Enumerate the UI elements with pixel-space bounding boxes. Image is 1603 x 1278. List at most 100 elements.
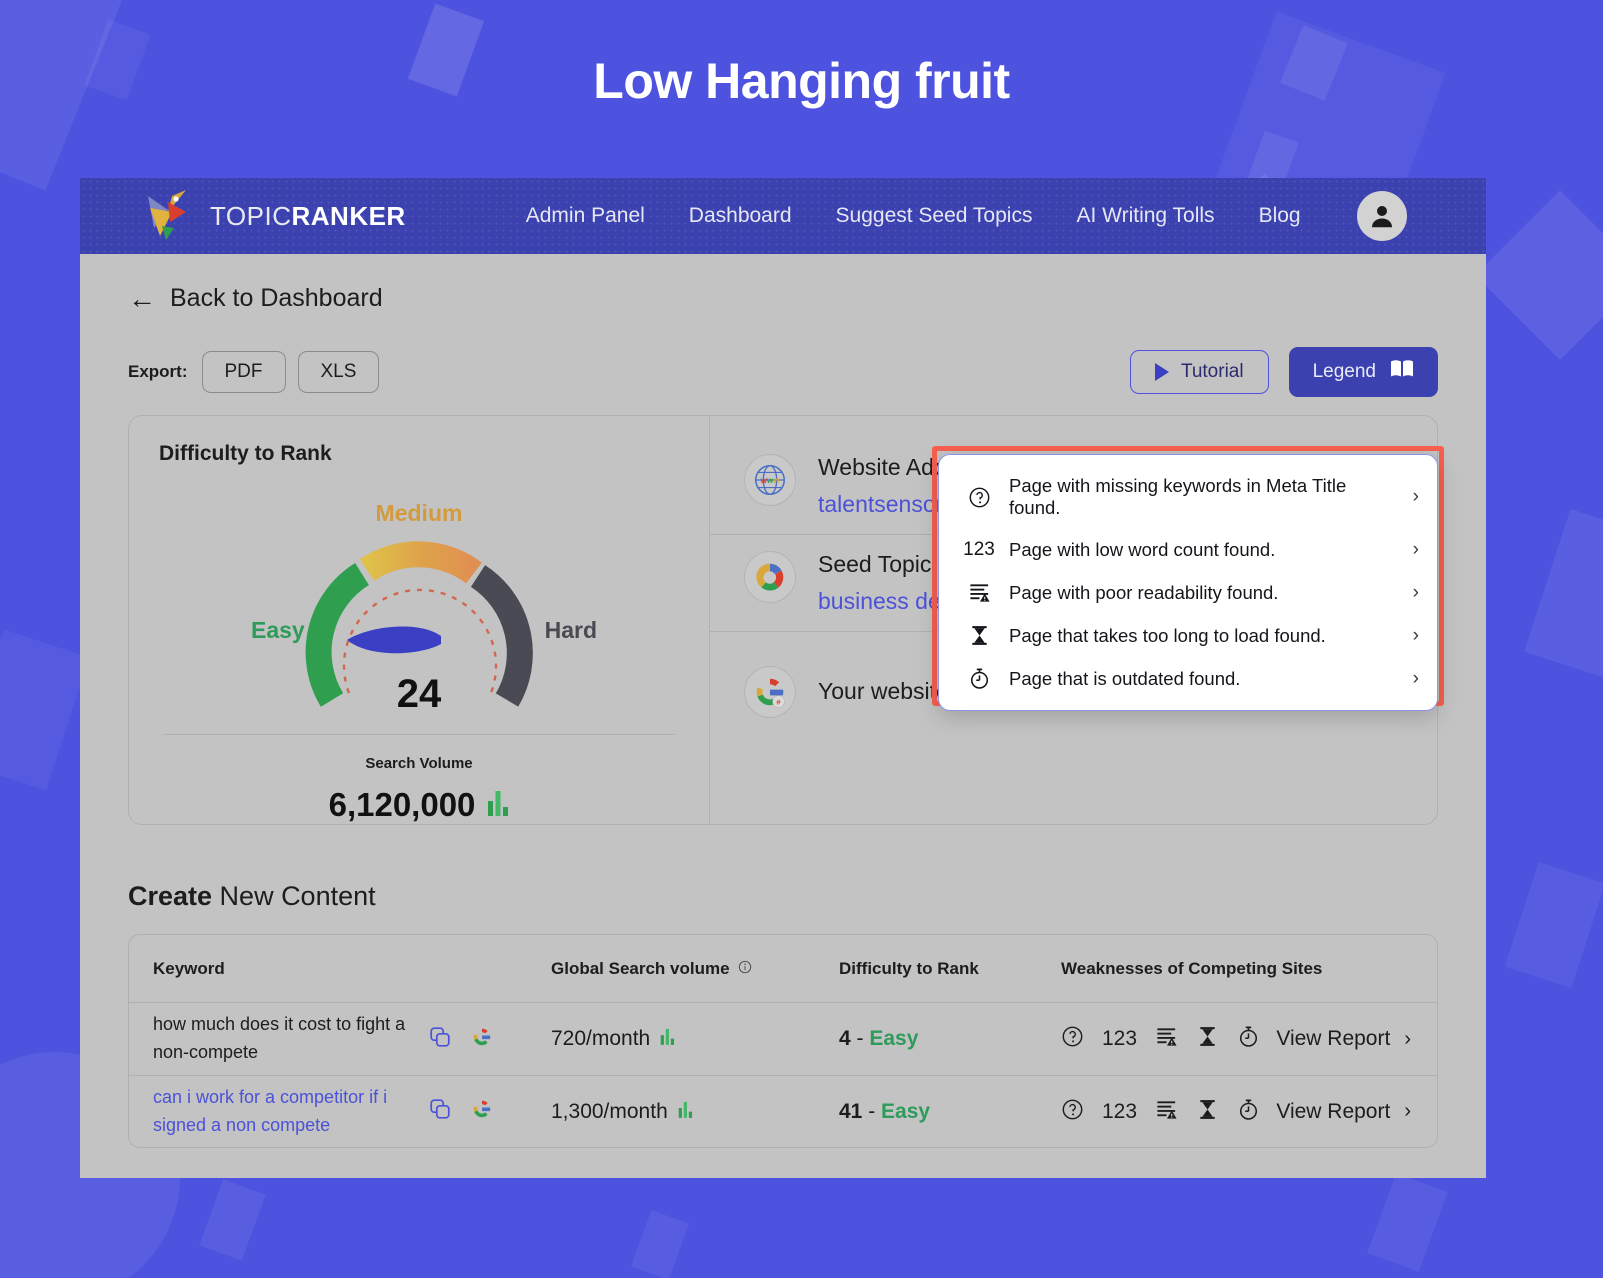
keyword-text[interactable]: can i work for a competitor if i signed … bbox=[153, 1084, 429, 1140]
readability-icon bbox=[965, 581, 993, 604]
chevron-right-icon: › bbox=[1404, 1100, 1411, 1122]
readability-icon[interactable] bbox=[1155, 1025, 1178, 1053]
column-header-keyword: Keyword bbox=[153, 958, 225, 978]
legend-item-label: Page with low word count found. bbox=[1009, 539, 1276, 560]
brand-name: TOPICRANKER bbox=[210, 201, 406, 232]
tutorial-button[interactable]: Tutorial bbox=[1129, 350, 1269, 394]
create-title-rest: New Content bbox=[212, 881, 376, 911]
table-row: can i work for a competitor if i signed … bbox=[129, 1075, 1437, 1147]
main-content: ← Back to Dashboard Export: PDF XLS Tuto… bbox=[80, 254, 1486, 1148]
top-navigation-bar: TOPICRANKER Admin Panel Dashboard Sugges… bbox=[80, 178, 1486, 254]
play-icon bbox=[1154, 363, 1169, 381]
search-volume-label: Search Volume bbox=[365, 755, 473, 772]
search-volume-value-row: 6,120,000 bbox=[159, 786, 679, 824]
toolbar: Export: PDF XLS Tutorial Legend bbox=[128, 347, 1438, 397]
difficulty-separator: - bbox=[862, 1099, 882, 1123]
legend-item-slow-load[interactable]: Page that takes too long to load found. … bbox=[939, 614, 1437, 657]
toolbar-right-group: Tutorial Legend bbox=[1129, 347, 1438, 397]
back-to-dashboard-button[interactable]: ← Back to Dashboard bbox=[128, 284, 1438, 313]
hourglass-icon[interactable] bbox=[1196, 1025, 1219, 1053]
number-123-icon[interactable]: 123 bbox=[1102, 1027, 1137, 1051]
table-row: how much does it cost to fight a non-com… bbox=[129, 1003, 1437, 1075]
volume-value: 720/month bbox=[551, 1027, 651, 1050]
gauge-value: 24 bbox=[396, 672, 442, 716]
number-123-icon[interactable]: 123 bbox=[1102, 1100, 1137, 1124]
user-icon bbox=[1371, 206, 1392, 228]
difficulty-score: 41 bbox=[839, 1099, 863, 1123]
stopwatch-icon bbox=[965, 667, 993, 690]
book-icon bbox=[1390, 359, 1414, 385]
svg-text:www: www bbox=[760, 476, 781, 485]
bar-chart-icon bbox=[678, 1100, 694, 1124]
question-circle-icon[interactable] bbox=[1061, 1098, 1084, 1126]
column-header-difficulty: Difficulty to Rank bbox=[839, 958, 979, 978]
gauge-label-medium: Medium bbox=[375, 500, 463, 526]
stopwatch-icon[interactable] bbox=[1237, 1025, 1260, 1053]
gauge-label-hard: Hard bbox=[544, 617, 597, 643]
view-report-link[interactable]: View Report › bbox=[1276, 1027, 1437, 1051]
export-label: Export: bbox=[128, 362, 188, 381]
info-icon[interactable] bbox=[738, 959, 752, 979]
legend-item-missing-keywords[interactable]: Page with missing keywords in Meta Title… bbox=[939, 465, 1437, 529]
view-report-link[interactable]: View Report › bbox=[1276, 1100, 1437, 1124]
keywords-table: Keyword Global Search volume Difficulty … bbox=[128, 934, 1438, 1148]
chevron-right-icon: › bbox=[1404, 1027, 1411, 1050]
arrow-left-icon: ← bbox=[128, 282, 156, 314]
export-xls-button[interactable]: XLS bbox=[297, 351, 380, 393]
bar-chart-icon bbox=[660, 1027, 676, 1051]
tutorial-label: Tutorial bbox=[1180, 361, 1244, 382]
weakness-icons: 123 bbox=[1061, 1025, 1260, 1053]
google-g-icon: # bbox=[744, 666, 796, 718]
search-volume-value: 6,120,000 bbox=[328, 786, 476, 823]
nav-link-blog[interactable]: Blog bbox=[1259, 204, 1301, 228]
stopwatch-icon[interactable] bbox=[1237, 1098, 1260, 1126]
user-avatar[interactable] bbox=[1356, 191, 1407, 241]
nav-link-admin-panel[interactable]: Admin Panel bbox=[526, 204, 645, 228]
export-pdf-button[interactable]: PDF bbox=[201, 351, 286, 393]
view-report-label: View Report bbox=[1276, 1099, 1391, 1123]
nav-links: Admin Panel Dashboard Suggest Seed Topic… bbox=[526, 204, 1301, 228]
legend-item-label: Page with missing keywords in Meta Title… bbox=[1009, 475, 1347, 518]
legend-item-label: Page that is outdated found. bbox=[1009, 667, 1241, 689]
number-123-icon: 123 bbox=[963, 539, 995, 560]
nav-link-ai-writing-tolls[interactable]: AI Writing Tolls bbox=[1076, 204, 1214, 228]
volume-value: 1,300/month bbox=[551, 1099, 668, 1123]
weakness-icons: 123 bbox=[1061, 1098, 1260, 1126]
google-g-icon[interactable] bbox=[471, 1026, 493, 1053]
brand-suffix: RANKER bbox=[291, 200, 406, 231]
difficulty-separator: - bbox=[850, 1027, 870, 1050]
legend-item-label: Page that takes too long to load found. bbox=[1009, 624, 1326, 646]
legend-item-low-word-count[interactable]: 123 Page with low word count found. › bbox=[939, 529, 1437, 571]
google-ring-icon bbox=[744, 551, 796, 603]
gauge-chart: Medium Easy Hard 24 bbox=[159, 472, 679, 722]
back-to-dashboard-label: Back to Dashboard bbox=[170, 284, 383, 312]
brand-logo-group[interactable]: TOPICRANKER bbox=[138, 188, 406, 244]
difficulty-label: Easy bbox=[869, 1027, 919, 1050]
table-header-row: Keyword Global Search volume Difficulty … bbox=[129, 935, 1437, 1003]
chevron-right-icon: › bbox=[1412, 667, 1419, 689]
difficulty-score: 4 bbox=[839, 1027, 851, 1050]
legend-item-poor-readability[interactable]: Page with poor readability found. › bbox=[939, 571, 1437, 614]
nav-link-suggest-seed-topics[interactable]: Suggest Seed Topics bbox=[836, 204, 1033, 228]
copy-icon[interactable] bbox=[429, 1026, 451, 1053]
copy-icon[interactable] bbox=[429, 1098, 451, 1125]
nav-link-dashboard[interactable]: Dashboard bbox=[689, 204, 792, 228]
bar-chart-icon bbox=[487, 786, 509, 824]
difficulty-cell: 4 - Easy bbox=[839, 1027, 1061, 1051]
legend-item-label: Page with poor readability found. bbox=[1009, 581, 1279, 603]
question-circle-icon bbox=[965, 486, 993, 509]
column-header-volume: Global Search volume bbox=[551, 959, 839, 979]
question-circle-icon[interactable] bbox=[1061, 1025, 1084, 1053]
legend-button[interactable]: Legend bbox=[1288, 347, 1438, 397]
hourglass-icon[interactable] bbox=[1196, 1098, 1219, 1126]
difficulty-label: Easy bbox=[881, 1099, 931, 1123]
google-g-icon[interactable] bbox=[471, 1098, 493, 1125]
create-new-content-title: Create New Content bbox=[128, 881, 1438, 912]
hourglass-icon bbox=[965, 624, 993, 647]
legend-popup: Page with missing keywords in Meta Title… bbox=[938, 454, 1438, 711]
volume-cell: 720/month bbox=[551, 1027, 839, 1051]
readability-icon[interactable] bbox=[1155, 1098, 1178, 1126]
chevron-right-icon: › bbox=[1412, 624, 1419, 646]
legend-item-outdated[interactable]: Page that is outdated found. › bbox=[939, 657, 1437, 700]
column-header-volume-label: Global Search volume bbox=[551, 958, 730, 978]
